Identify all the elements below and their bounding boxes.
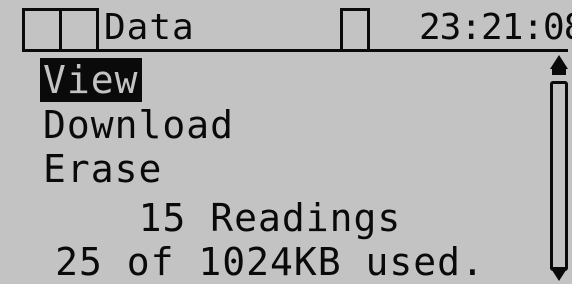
scroll-up-arrow-icon[interactable] [550, 55, 568, 69]
scrollbar[interactable] [546, 55, 572, 282]
status-box-icon [59, 8, 99, 52]
lcd-screen: Data 23:21:08 View Download Erase 15 Rea… [0, 0, 572, 284]
screen-title: Data [104, 7, 195, 48]
menu-item-erase[interactable]: Erase [40, 147, 165, 191]
scroll-track[interactable] [550, 81, 568, 271]
clock: 23:21:08 [419, 7, 572, 48]
readings-count: 15 Readings [138, 196, 402, 240]
memory-usage: 25 of 1024KB used. [55, 240, 485, 284]
scroll-down-arrow-icon[interactable] [550, 267, 568, 281]
menu-item-download[interactable]: Download [40, 103, 237, 147]
status-box-icon [22, 8, 62, 52]
scroll-thumb[interactable] [552, 69, 566, 75]
menu-item-view[interactable]: View [40, 58, 142, 102]
header-underline [22, 49, 342, 52]
header-underline [368, 49, 568, 52]
battery-icon [340, 8, 370, 52]
